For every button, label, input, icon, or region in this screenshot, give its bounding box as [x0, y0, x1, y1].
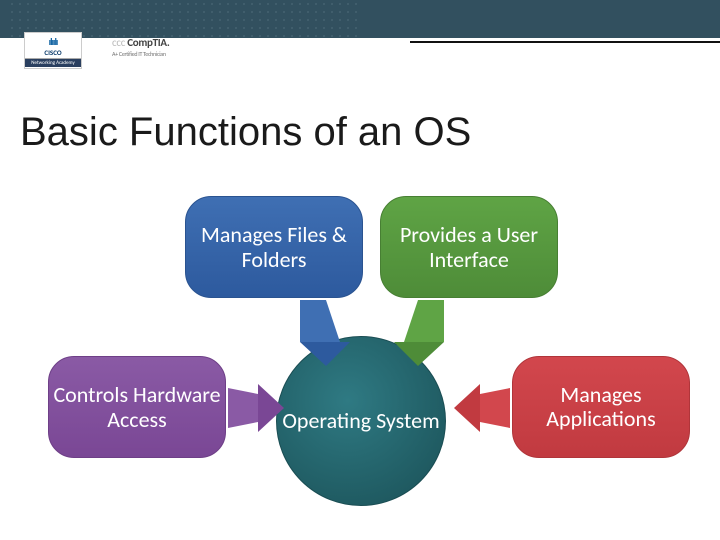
bubble-hardware-access: Controls Hardware Access — [48, 356, 226, 458]
arrow-apps-to-center — [454, 384, 510, 432]
comptia-logo: ccc CompTIA. A+ Certified IT Technician — [112, 36, 170, 57]
os-functions-diagram: Manages Files & Folders Provides a User … — [0, 180, 720, 540]
bubble-operating-system: Operating System — [276, 336, 446, 506]
page-title: Basic Functions of an OS — [20, 110, 471, 155]
bubble-hardware-access-label: Controls Hardware Access — [49, 382, 225, 433]
cisco-logo-sub: Networking Academy — [25, 58, 81, 67]
bubble-user-interface: Provides a User Interface — [380, 196, 558, 298]
comptia-logo-sub: A+ Certified IT Technician — [112, 51, 170, 57]
header-divider — [410, 41, 720, 43]
bubble-manages-apps-label: Manages Applications — [513, 383, 689, 431]
bubble-operating-system-label: Operating System — [282, 408, 439, 433]
cisco-logo-text: CISCO — [25, 48, 81, 57]
bubble-manages-apps: Manages Applications — [512, 356, 690, 458]
bubble-manages-files: Manages Files & Folders — [185, 196, 363, 298]
bubble-manages-files-label: Manages Files & Folders — [186, 222, 362, 273]
cisco-logo: ılıılı CISCO Networking Academy — [24, 32, 82, 69]
bubble-user-interface-label: Provides a User Interface — [381, 222, 557, 273]
comptia-logo-text: CompTIA — [127, 36, 167, 49]
